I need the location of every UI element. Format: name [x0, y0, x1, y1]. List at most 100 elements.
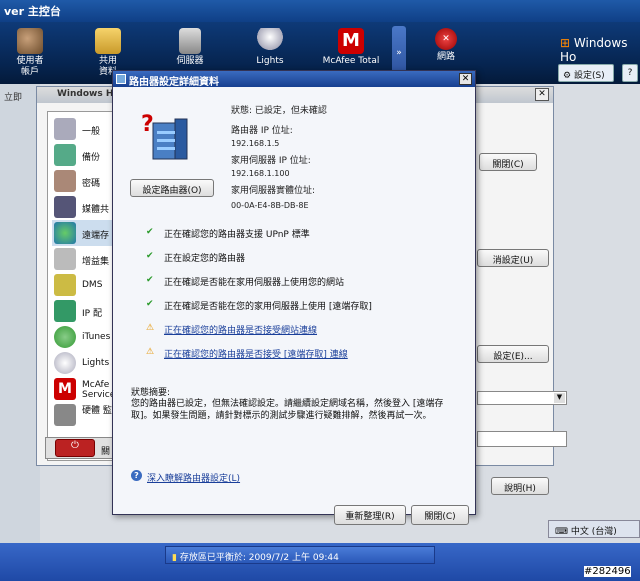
- toolbar-server-label: 伺服器: [176, 56, 204, 66]
- settings-item-label: iTunes: [82, 332, 111, 342]
- addin-icon: [54, 248, 76, 270]
- settings-close-button[interactable]: ✕: [535, 88, 549, 101]
- settings-close-action-label: 關閉(C): [492, 160, 524, 170]
- router-status-text: 狀態: 已設定，但未確認: [231, 106, 327, 116]
- summary-label: 狀態摘要:: [131, 388, 171, 398]
- keyboard-icon: ⌨: [555, 527, 568, 537]
- router-details-dialog: 路由器設定詳細資料 ✕ ? 設定路由器(O) 狀態: 已設定，但未確認 路由器 …: [112, 70, 476, 525]
- settings-help-label: 說明(H): [504, 484, 536, 494]
- network-icon: [54, 300, 76, 322]
- toolbar-users-label: 使用者 帳戶: [16, 56, 44, 77]
- refresh-button[interactable]: 重新整理(R): [334, 505, 406, 525]
- configure-router-button[interactable]: 設定路由器(O): [130, 179, 214, 197]
- help-icon: ?: [131, 470, 142, 481]
- check-item-text: 正在確認您的路由器支援 UPnP 標準: [164, 230, 310, 240]
- cancel-setup-label: 消設定(U): [492, 256, 534, 266]
- server-mac-value: 00-0A-E4-8B-DB-8E: [231, 201, 309, 210]
- toolbar-network-label: 網路: [436, 52, 455, 62]
- windows-home-logo: ⊞ Windows Ho: [560, 36, 628, 64]
- language-bar[interactable]: ⌨ 中文 (台灣): [548, 520, 640, 538]
- checkmark-icon: ✔: [146, 251, 154, 261]
- hardware-icon: [54, 404, 76, 426]
- configure-router-label: 設定路由器(O): [142, 186, 202, 196]
- warning-icon: ⚠: [146, 323, 155, 333]
- router-ip-value: 192.168.1.5: [231, 139, 280, 148]
- toolbar-server[interactable]: 伺服器: [160, 28, 220, 67]
- server-ip-value: 192.168.1.100: [231, 169, 290, 178]
- settings-button[interactable]: ⚙ 設定(S): [558, 64, 614, 82]
- router-title-icon: [116, 74, 126, 84]
- language-label: 中文 (台灣): [570, 527, 617, 537]
- server-ip-label: 家用伺服器 IP 位址:: [231, 156, 311, 166]
- summary-text: 您的路由器已設定，但無法確認設定。請繼續設定網域名稱，然後登入 [遠端存取]。如…: [131, 399, 444, 421]
- server-mac-label: 家用伺服器實體位址:: [231, 186, 316, 196]
- cancel-setup-button[interactable]: 消設定(U): [477, 249, 549, 267]
- users-icon: [54, 170, 76, 192]
- gears-icon: [54, 118, 76, 140]
- watermark: #282496: [584, 566, 631, 577]
- close-button[interactable]: 關閉(C): [411, 505, 469, 525]
- router-dialog-body: ? 設定路由器(O) 狀態: 已設定，但未確認 路由器 IP 位址: 192.1…: [113, 87, 475, 525]
- check-item-text: 正在確認是否能在您的家用伺服器上使用 [遠端存取]: [164, 302, 372, 312]
- settings-item-label: 增益集: [82, 257, 110, 267]
- help-button[interactable]: ?: [622, 64, 638, 82]
- shared-folder-icon: [95, 28, 121, 54]
- check-item-text: 正在確認是否能在家用伺服器上使用您的網站: [164, 278, 345, 288]
- settings-button-label: 設定(S): [573, 71, 605, 81]
- chevron-down-icon: ▼: [554, 393, 565, 403]
- settings-configure-label: 設定(E)...: [493, 352, 533, 362]
- check-item-text: 正在設定您的路由器: [164, 254, 246, 264]
- toolbar-network[interactable]: ✕ 網路: [416, 28, 476, 63]
- lightbulb-icon: [257, 28, 283, 54]
- mcafee-icon: M: [54, 378, 76, 400]
- settings-item-label: IP 配: [82, 309, 102, 319]
- toolbar-users[interactable]: 使用者 帳戶: [0, 28, 60, 78]
- learn-more-link[interactable]: 深入瞭解路由器設定(L): [147, 471, 240, 484]
- warning-icon: ⚠: [146, 347, 155, 357]
- lightbulb-icon: [54, 352, 76, 374]
- storage-status-text: 存放區已平衡於: 2009/7/2 上午 09:44: [179, 553, 339, 563]
- storage-icon: ▮: [172, 553, 177, 563]
- close-button-label: 關閉(C): [424, 512, 456, 522]
- network-icon: ✕: [435, 28, 457, 50]
- toolbar-mcafee[interactable]: M McAfee Total: [318, 28, 384, 67]
- settings-dropdown[interactable]: ▼: [477, 391, 567, 405]
- check-item-link[interactable]: 正在確認您的路由器是否接受 [遠端存取] 連線: [164, 347, 348, 360]
- dms-icon: [54, 274, 76, 296]
- router-dialog-titlebar: 路由器設定詳細資料: [113, 71, 475, 88]
- toolbar-mcafee-label: McAfee Total: [322, 56, 380, 66]
- refresh-button-label: 重新整理(R): [345, 512, 395, 522]
- settings-item-label: 遠端存: [82, 231, 110, 241]
- left-stub-label: 立即: [4, 93, 23, 103]
- svg-text:?: ?: [141, 112, 154, 137]
- windows-home-logo-text: Windows Ho: [560, 36, 628, 64]
- toolbar-lights-label: Lights: [256, 56, 284, 66]
- settings-dialog-title: Windows Ho: [57, 89, 120, 99]
- media-icon: [54, 196, 76, 218]
- itunes-icon: [54, 326, 76, 348]
- settings-item-label: 一般: [82, 127, 101, 137]
- console-titlebar: ver 主控台: [0, 0, 640, 22]
- settings-close-action-button[interactable]: 關閉(C): [479, 153, 537, 171]
- settings-help-button[interactable]: 說明(H): [491, 477, 549, 495]
- settings-item-label: 媒體共: [82, 205, 110, 215]
- server-icon: [179, 28, 201, 54]
- gear-icon: ⚙: [563, 71, 572, 81]
- checkmark-icon: ✔: [146, 275, 154, 285]
- toolbar-lights[interactable]: Lights: [240, 28, 300, 67]
- left-panel-stub: 立即: [0, 84, 40, 554]
- router-question-icon: ?: [141, 112, 188, 160]
- power-icon: ⏻: [71, 440, 79, 451]
- mcafee-icon: M: [338, 28, 364, 54]
- close-icon[interactable]: ✕: [459, 73, 472, 85]
- settings-text-field[interactable]: [477, 431, 567, 447]
- help-button-label: ?: [627, 68, 633, 78]
- shutdown-button[interactable]: ⏻: [55, 439, 95, 457]
- check-item-link[interactable]: 正在確認您的路由器是否接受網站連線: [164, 323, 317, 336]
- checkmark-icon: ✔: [146, 227, 154, 237]
- globe-icon: [54, 222, 76, 244]
- router-ip-label: 路由器 IP 位址:: [231, 126, 293, 136]
- settings-configure-button[interactable]: 設定(E)...: [477, 345, 549, 363]
- console-title: ver 主控台: [4, 5, 61, 18]
- settings-item-label: 備份: [82, 153, 101, 163]
